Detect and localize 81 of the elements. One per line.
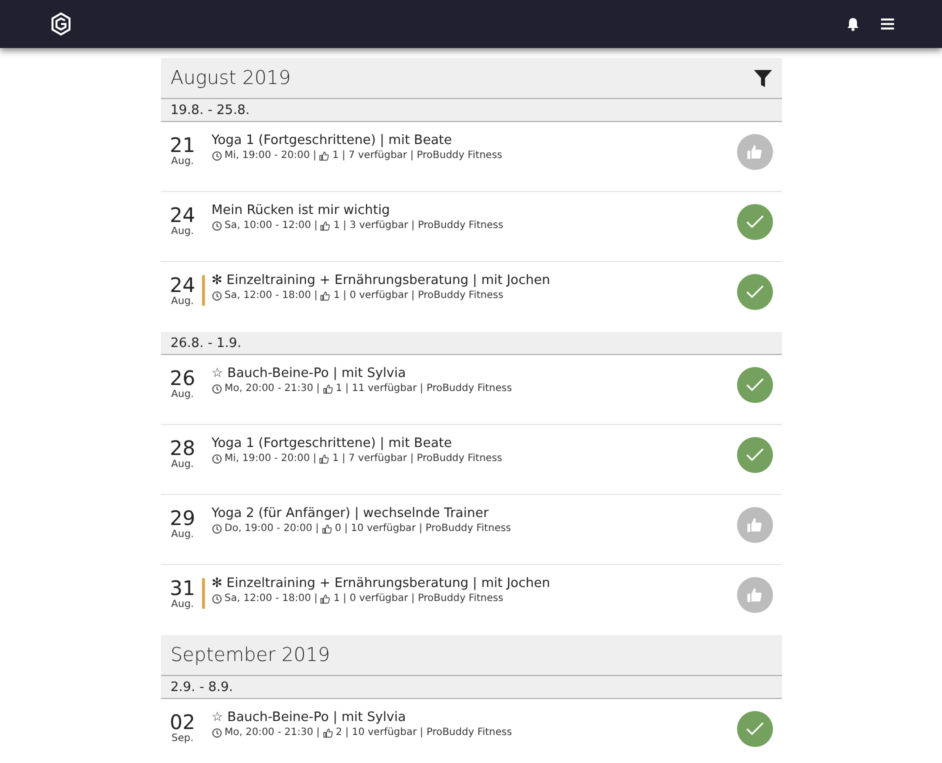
- week-range: 26.8. - 1.9.: [170, 336, 242, 350]
- thumbs-up-icon: [746, 588, 762, 602]
- event-day: 24: [166, 204, 198, 226]
- event-time: Mo, 20:00 - 21:30 |: [224, 727, 320, 738]
- event-day: 28: [166, 437, 198, 459]
- thumbs-up-icon: [322, 384, 333, 394]
- clock-icon: [212, 220, 222, 230]
- month-heading: August 2019: [170, 67, 291, 89]
- thumbs-up-icon: [319, 454, 330, 464]
- event-time: Sa, 10:00 - 12:00 |: [224, 220, 318, 231]
- event-info: 1 | 0 verfügbar | ProBuddy Fitness: [333, 593, 504, 604]
- month-heading: September 2019: [170, 644, 330, 666]
- event-title: Yoga 1 (Fortgeschrittene) | mit Beate: [212, 133, 453, 148]
- clock-icon: [212, 728, 222, 738]
- like-button[interactable]: [736, 507, 772, 543]
- event-time: Mi, 19:00 - 20:00 |: [224, 453, 316, 464]
- check-icon: [746, 448, 764, 462]
- like-button[interactable]: [736, 577, 772, 613]
- booked-button[interactable]: [736, 274, 772, 310]
- booked-button[interactable]: [736, 204, 772, 240]
- logo-icon[interactable]: [50, 12, 72, 36]
- event-month: Aug.: [170, 459, 195, 470]
- bell-icon[interactable]: [847, 17, 859, 31]
- event-time: Do, 19:00 - 20:00 |: [224, 523, 319, 534]
- event-month: Sep.: [170, 733, 195, 744]
- event-day: 21: [166, 134, 198, 156]
- event-title: Yoga 2 (für Anfänger) | wechselnde Trainer: [212, 506, 490, 521]
- clock-icon: [212, 290, 222, 300]
- thumbs-up-icon: [320, 220, 330, 230]
- thumbs-up-icon: [746, 518, 762, 532]
- thumbs-up-icon: [320, 290, 330, 300]
- thumbs-up-icon: [319, 150, 330, 160]
- event-month: Aug.: [170, 599, 195, 610]
- event-info: 2 | 10 verfügbar | ProBuddy Fitness: [336, 727, 512, 738]
- clock-icon: [212, 384, 222, 394]
- menu-icon[interactable]: [881, 18, 894, 30]
- event-info: 1 | 7 verfügbar | ProBuddy Fitness: [332, 150, 502, 161]
- check-icon: [746, 378, 764, 392]
- thumbs-up-icon: [322, 524, 332, 534]
- thumbs-up-icon: [322, 728, 333, 738]
- event-info: 1 | 0 verfügbar | ProBuddy Fitness: [333, 290, 504, 301]
- filter-icon[interactable]: [754, 70, 772, 86]
- event-day: 26: [166, 367, 198, 389]
- event-day: 24: [166, 274, 198, 296]
- event-title: ☆ Bauch-Beine-Po | mit Sylvia: [212, 710, 407, 725]
- event-day: 31: [166, 577, 198, 599]
- clock-icon: [212, 524, 222, 534]
- clock-icon: [212, 150, 222, 160]
- event-time: Sa, 12:00 - 18:00 |: [224, 593, 318, 604]
- event-info: 1 | 11 verfügbar | ProBuddy Fitness: [336, 383, 512, 394]
- event-day: 02: [166, 711, 198, 733]
- booked-button[interactable]: [736, 437, 772, 473]
- event-month: Aug.: [170, 389, 195, 400]
- event-time: Sa, 12:00 - 18:00 |: [224, 290, 318, 301]
- booked-button[interactable]: [736, 711, 772, 747]
- event-month: Aug.: [170, 156, 195, 167]
- event-time: Mi, 19:00 - 20:00 |: [224, 150, 316, 161]
- event-month: Aug.: [170, 529, 195, 540]
- clock-icon: [212, 594, 222, 604]
- event-title: ☆ Bauch-Beine-Po | mit Sylvia: [212, 366, 407, 381]
- event-title: ✻ Einzeltraining + Ernährungsberatung | mit Jochen: [212, 273, 552, 288]
- thumbs-up-icon: [746, 145, 762, 159]
- week-range: 19.8. - 25.8.: [170, 102, 250, 118]
- event-title: ✻ Einzeltraining + Ernährungsberatung | mit Jochen: [212, 576, 552, 591]
- clock-icon: [212, 454, 222, 464]
- booked-button[interactable]: [736, 367, 772, 403]
- week-range: 2.9. - 8.9.: [170, 680, 234, 694]
- event-title: Mein Rücken ist mir wichtig: [212, 203, 391, 218]
- event-info: 1 | 7 verfügbar | ProBuddy Fitness: [332, 453, 502, 464]
- event-info: 0 | 10 verfügbar | ProBuddy Fitness: [334, 523, 512, 534]
- event-day: 29: [166, 507, 198, 529]
- check-icon: [746, 722, 764, 736]
- event-month: Aug.: [170, 226, 195, 237]
- event-title: Yoga 1 (Fortgeschrittene) | mit Beate: [212, 436, 453, 451]
- event-month: Aug.: [170, 296, 195, 307]
- check-icon: [746, 285, 764, 299]
- event-info: 1 | 3 verfügbar | ProBuddy Fitness: [333, 220, 504, 231]
- check-icon: [746, 215, 764, 229]
- thumbs-up-icon: [320, 594, 330, 604]
- event-time: Mo, 20:00 - 21:30 |: [224, 383, 320, 394]
- like-button[interactable]: [736, 134, 772, 170]
